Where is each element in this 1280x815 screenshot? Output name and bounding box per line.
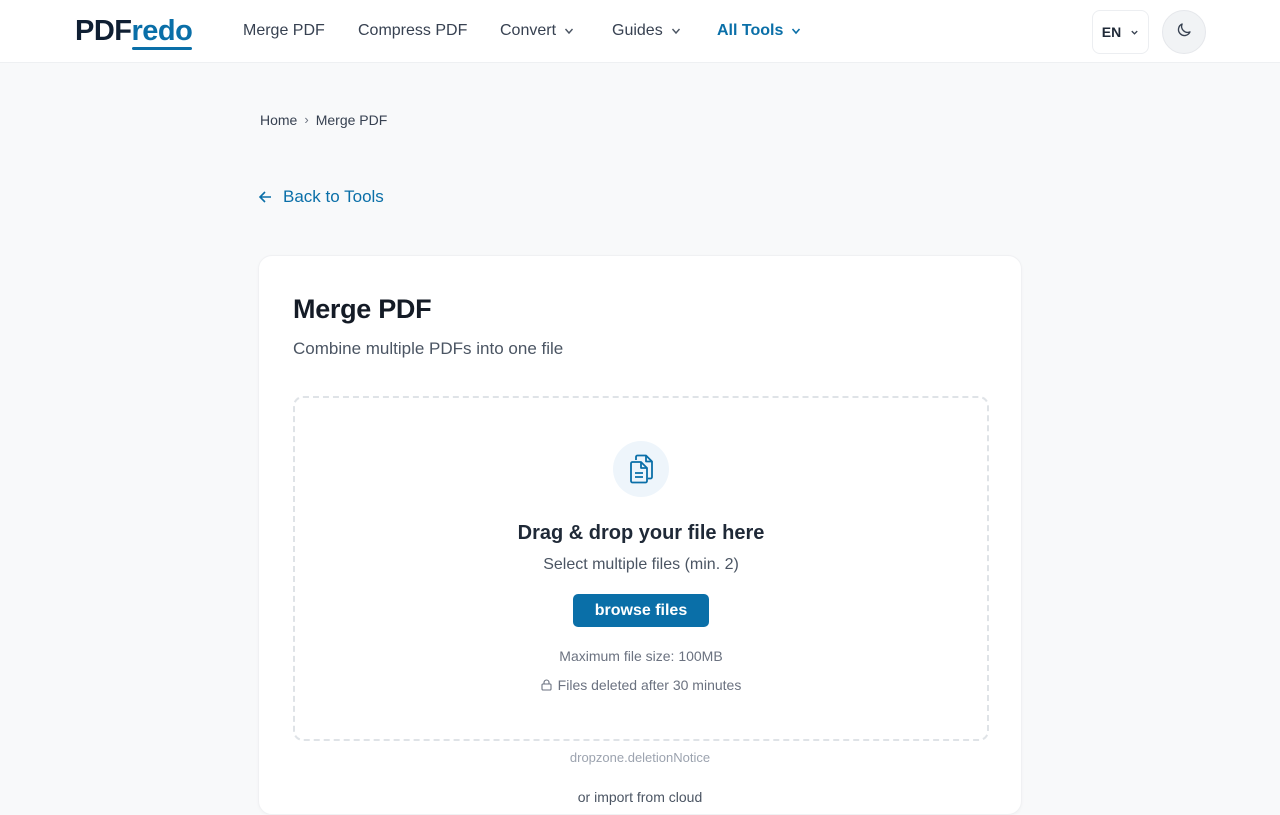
dropzone-title: Drag & drop your file here [517, 522, 765, 544]
lock-icon [541, 679, 552, 691]
cloud-import-link[interactable]: or import from cloud [259, 788, 1021, 806]
nav-merge-pdf[interactable]: Merge PDF [243, 21, 325, 41]
language-label: EN [1101, 24, 1122, 40]
page-subtitle: Combine multiple PDFs into one file [293, 339, 564, 358]
deletion-notice: dropzone.deletionNotice [569, 750, 711, 765]
theme-toggle-button[interactable] [1162, 10, 1206, 54]
caret-down-icon [671, 26, 681, 36]
nav-convert-label: Convert [500, 22, 557, 39]
language-selector[interactable]: EN [1092, 10, 1149, 54]
back-to-tools-label: Back to Tools [283, 187, 384, 206]
back-to-tools-link[interactable]: Back to Tools [258, 187, 384, 207]
nav-all-tools-label: All Tools [717, 22, 784, 39]
files-deleted-note: Files deleted after 30 minutes [295, 676, 987, 694]
top-header: PDFredo Merge PDF Compress PDF Convert G… [0, 0, 1280, 63]
nav-compress-pdf[interactable]: Compress PDF [358, 21, 467, 41]
chevron-down-icon [1130, 24, 1139, 40]
nav-guides-dropdown[interactable]: Guides [612, 21, 681, 41]
breadcrumb-home[interactable]: Home [260, 111, 297, 129]
nav-guides-label: Guides [612, 22, 663, 39]
files-deleted-label: Files deleted after 30 minutes [557, 677, 742, 693]
browse-files-button[interactable]: browse files [573, 594, 709, 627]
breadcrumb-separator: › [304, 112, 309, 127]
arrow-left-icon [258, 190, 273, 204]
moon-icon [1175, 21, 1193, 44]
breadcrumb: Home › Merge PDF [260, 111, 387, 129]
caret-down-icon [791, 26, 801, 36]
breadcrumb-current: Merge PDF [315, 112, 388, 128]
logo-pdf-text: PDF [75, 15, 132, 47]
caret-down-icon [564, 26, 574, 36]
file-dropzone[interactable]: Drag & drop your file here Select multip… [293, 396, 989, 741]
tool-card: Merge PDF Combine multiple PDFs into one… [258, 255, 1022, 815]
nav-convert-dropdown[interactable]: Convert [500, 21, 574, 41]
dropzone-subtitle: Select multiple files (min. 2) [543, 556, 739, 573]
page-title: Merge PDF [293, 294, 432, 324]
files-icon [613, 441, 669, 497]
nav-merge-pdf-label: Merge PDF [243, 22, 325, 39]
logo-redo-text: redo [131, 15, 193, 47]
nav-compress-pdf-label: Compress PDF [358, 22, 468, 39]
max-file-size-text: Maximum file size: 100MB [559, 648, 723, 664]
nav-all-tools-dropdown[interactable]: All Tools [717, 21, 801, 41]
logo[interactable]: PDFredo [75, 13, 193, 49]
